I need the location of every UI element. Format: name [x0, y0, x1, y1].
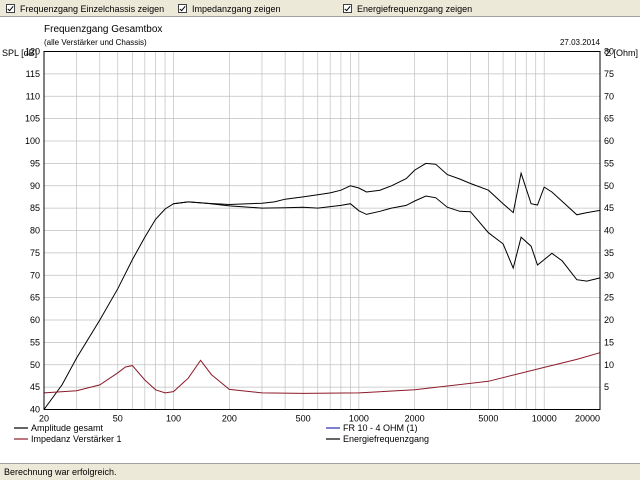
- y-tick-label: 45: [30, 382, 40, 392]
- y-tick-label: 110: [26, 91, 40, 101]
- y-tick-label: 95: [30, 158, 40, 168]
- y2-tick-label: 55: [604, 158, 614, 168]
- chart-date: 27.03.2014: [560, 38, 601, 47]
- chart-subtitle: (alle Verstärker und Chassis): [44, 38, 147, 47]
- y2-tick-label: 45: [604, 203, 614, 213]
- y2-tick-label: 25: [604, 293, 614, 303]
- x-tick-label: 2000: [405, 414, 425, 424]
- y-tick-label: 115: [26, 69, 40, 79]
- y-tick-label: 70: [30, 270, 40, 280]
- y2-tick-label: 40: [604, 226, 614, 236]
- y-tick-label: 60: [30, 315, 40, 325]
- legend-label: FR 10 - 4 OHM (1): [343, 423, 418, 433]
- checkbox-check-icon[interactable]: [6, 4, 15, 13]
- y2-tick-label: 35: [604, 248, 614, 258]
- y2-tick-label: 30: [604, 270, 614, 280]
- status-text: Berechnung war erfolgreich.: [4, 467, 117, 477]
- x-tick-label: 20000: [575, 414, 600, 424]
- y-tick-label: 65: [30, 293, 40, 303]
- y2-tick-label: 20: [604, 315, 614, 325]
- checkbox-frequenzgang-einzelchassis[interactable]: Frequenzgang Einzelchassis zeigen: [6, 2, 164, 15]
- legend: Amplitude gesamtImpedanz Verstärker 1 FR …: [14, 423, 429, 444]
- checkbox-label: Energiefrequenzgang zeigen: [357, 3, 473, 14]
- axis-ticks: 4045505560657075808590951001051101151205…: [25, 47, 614, 424]
- y-tick-label: 50: [30, 360, 40, 370]
- y-tick-label: 85: [30, 203, 40, 213]
- y-tick-label: 90: [30, 181, 40, 191]
- grid: [43, 51, 601, 410]
- y-tick-label: 55: [30, 337, 40, 347]
- toolbar: Frequenzgang Einzelchassis zeigen Impeda…: [0, 0, 640, 17]
- checkbox-energiefrequenzgang[interactable]: Energiefrequenzgang zeigen: [343, 2, 472, 15]
- checkbox-check-icon[interactable]: [343, 4, 352, 13]
- y2-tick-label: 65: [604, 114, 614, 124]
- legend-label: Impedanz Verstärker 1: [31, 434, 122, 444]
- y2-tick-label: 80: [604, 47, 614, 57]
- checkbox-label: Frequenzgang Einzelchassis zeigen: [20, 3, 165, 14]
- y2-tick-label: 60: [604, 136, 614, 146]
- x-tick-label: 100: [166, 414, 181, 424]
- y2-tick-label: 15: [604, 337, 614, 347]
- y2-tick-label: 75: [604, 69, 614, 79]
- y2-tick-label: 50: [604, 181, 614, 191]
- series-line: [43, 195, 601, 410]
- chart-area: Frequenzgang Gesamtbox (alle Verstärker …: [0, 17, 640, 463]
- x-tick-label: 1000: [349, 414, 369, 424]
- x-tick-label: 20: [39, 414, 49, 424]
- legend-label: Energiefrequenzgang: [343, 434, 429, 444]
- y2-tick-label: 10: [604, 360, 614, 370]
- legend-label: Amplitude gesamt: [31, 423, 104, 433]
- x-tick-label: 200: [222, 414, 237, 424]
- y-tick-label: 105: [25, 114, 40, 124]
- chart-title: Frequenzgang Gesamtbox: [44, 24, 162, 35]
- checkbox-check-icon[interactable]: [178, 4, 187, 13]
- x-tick-label: 5000: [478, 414, 498, 424]
- checkbox-label: Impedanzgang zeigen: [192, 3, 281, 14]
- x-tick-label: 10000: [532, 414, 557, 424]
- y-tick-label: 80: [30, 226, 40, 236]
- x-tick-label: 50: [113, 414, 123, 424]
- curves: [43, 162, 601, 410]
- y2-tick-label: 70: [604, 91, 614, 101]
- frequency-response-chart: Frequenzgang Gesamtbox (alle Verstärker …: [2, 24, 638, 444]
- x-tick-label: 500: [296, 414, 311, 424]
- checkbox-impedanzgang[interactable]: Impedanzgang zeigen: [178, 2, 281, 15]
- y-tick-label: 120: [25, 47, 40, 57]
- y2-tick-label: 5: [604, 382, 609, 392]
- y-tick-label: 100: [25, 136, 40, 146]
- status-bar: Berechnung war erfolgreich.: [0, 463, 640, 480]
- y-tick-label: 75: [30, 248, 40, 258]
